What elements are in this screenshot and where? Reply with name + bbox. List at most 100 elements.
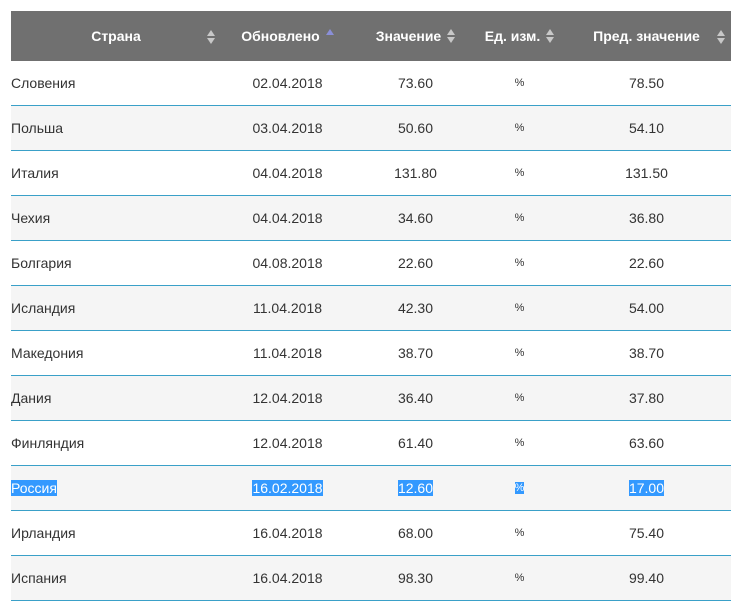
cell-updated-text: 11.04.2018 <box>252 345 323 361</box>
table-row[interactable]: Италия 04.04.2018 131.80% 131.50 <box>11 150 731 196</box>
table-row[interactable]: Дания 12.04.2018 36.40% 37.80 <box>11 375 731 421</box>
table-row[interactable]: Словения 02.04.2018 73.60% 78.50 <box>11 61 731 106</box>
cell-unit-text: % <box>514 302 525 314</box>
cell-country: Италия <box>11 150 221 196</box>
cell-unit-text: % <box>514 77 525 89</box>
table-row[interactable]: Македония 11.04.2018 38.70% 38.70 <box>11 330 731 376</box>
cell-unit: % <box>477 375 562 421</box>
cell-prev-value-text: 22.60 <box>628 255 665 271</box>
cell-unit: % <box>477 105 562 151</box>
cell-prev-value: 75.40 <box>562 510 731 556</box>
column-header-label: Ед. изм. <box>484 28 541 44</box>
table-row[interactable]: Болгария 04.08.2018 22.60% 22.60 <box>11 240 731 286</box>
sort-arrows-icon[interactable] <box>447 29 456 43</box>
cell-country-text: Македония <box>11 345 84 361</box>
cell-unit: % <box>477 420 562 466</box>
cell-prev-value-text: 99.40 <box>628 570 665 586</box>
cell-unit-text: % <box>514 572 525 584</box>
cell-unit: % <box>477 330 562 376</box>
cell-prev-value: 78.50 <box>562 61 731 106</box>
cell-prev-value: 38.70 <box>562 330 731 376</box>
table-row[interactable]: Ирландия 16.04.2018 68.00% 75.40 <box>11 510 731 556</box>
column-header-label: Обновлено <box>241 28 320 44</box>
sort-arrows-icon[interactable] <box>207 30 215 44</box>
cell-prev-value-text: 54.10 <box>628 120 665 136</box>
data-table: Страна Обновлено Значение Ед. изм. Пред.… <box>11 11 731 601</box>
column-header-updated[interactable]: Обновлено <box>221 11 354 61</box>
cell-value-text: 36.40 <box>397 390 434 406</box>
cell-value: 50.60 <box>354 105 477 151</box>
cell-country-text: Словения <box>11 75 76 91</box>
cell-value-text: 38.70 <box>397 345 434 361</box>
cell-prev-value-text: 78.50 <box>628 75 665 91</box>
cell-updated-text: 04.08.2018 <box>252 255 323 271</box>
cell-prev-value: 22.60 <box>562 240 731 286</box>
cell-updated: 04.08.2018 <box>221 240 354 286</box>
cell-unit: % <box>477 465 562 511</box>
cell-prev-value: 54.10 <box>562 105 731 151</box>
cell-updated-text: 16.04.2018 <box>252 525 323 541</box>
cell-unit: % <box>477 240 562 286</box>
cell-country: Россия <box>11 465 221 511</box>
table-row[interactable]: Польша 03.04.2018 50.60% 54.10 <box>11 105 731 151</box>
cell-country-text: Польша <box>11 120 64 136</box>
cell-unit-text: % <box>514 527 525 539</box>
column-header-value[interactable]: Значение <box>354 11 477 61</box>
cell-value: 131.80 <box>354 150 477 196</box>
column-header-unit[interactable]: Ед. изм. <box>477 11 562 61</box>
cell-prev-value: 36.80 <box>562 195 731 241</box>
column-header-country[interactable]: Страна <box>11 11 221 61</box>
cell-updated-text: 11.04.2018 <box>252 300 323 316</box>
cell-value: 73.60 <box>354 61 477 106</box>
cell-updated-text: 16.02.2018 <box>252 480 323 496</box>
cell-country: Дания <box>11 375 221 421</box>
cell-country-text: Италия <box>11 165 59 181</box>
cell-unit-text: % <box>514 167 525 179</box>
cell-updated: 02.04.2018 <box>221 61 354 106</box>
table-row[interactable]: Финляндия 12.04.2018 61.40% 63.60 <box>11 420 731 466</box>
cell-country-text: Испания <box>11 570 67 586</box>
cell-country: Исландия <box>11 285 221 331</box>
cell-prev-value: 63.60 <box>562 420 731 466</box>
cell-updated-text: 04.04.2018 <box>252 165 323 181</box>
cell-unit-text: % <box>514 212 525 224</box>
cell-country: Словения <box>11 61 221 106</box>
cell-updated: 16.04.2018 <box>221 510 354 556</box>
column-header-label: Пред. значение <box>593 28 700 44</box>
cell-updated: 03.04.2018 <box>221 105 354 151</box>
cell-country: Испания <box>11 555 221 601</box>
cell-updated: 12.04.2018 <box>221 375 354 421</box>
table-row[interactable]: Испания 16.04.2018 98.30% 99.40 <box>11 555 731 601</box>
cell-value-text: 50.60 <box>397 120 434 136</box>
cell-value: 12.60 <box>354 465 477 511</box>
cell-value: 68.00 <box>354 510 477 556</box>
cell-unit: % <box>477 150 562 196</box>
cell-value-text: 22.60 <box>397 255 434 271</box>
cell-unit: % <box>477 555 562 601</box>
column-header-prev-value[interactable]: Пред. значение <box>562 11 731 61</box>
cell-unit: % <box>477 61 562 106</box>
cell-updated-text: 03.04.2018 <box>252 120 323 136</box>
cell-value-text: 34.60 <box>397 210 434 226</box>
table-row[interactable]: Исландия 11.04.2018 42.30% 54.00 <box>11 285 731 331</box>
table-row[interactable]: Россия 16.02.2018 12.60% 17.00 <box>11 465 731 511</box>
cell-updated-text: 04.04.2018 <box>252 210 323 226</box>
cell-unit: % <box>477 195 562 241</box>
table-row[interactable]: Чехия 04.04.2018 34.60% 36.80 <box>11 195 731 241</box>
cell-value: 38.70 <box>354 330 477 376</box>
cell-unit: % <box>477 285 562 331</box>
cell-value-text: 68.00 <box>397 525 434 541</box>
cell-value: 42.30 <box>354 285 477 331</box>
sort-arrows-icon[interactable] <box>546 29 555 43</box>
cell-prev-value: 37.80 <box>562 375 731 421</box>
sort-arrows-icon[interactable] <box>717 30 725 44</box>
cell-prev-value-text: 131.50 <box>625 165 668 181</box>
cell-unit-text: % <box>514 437 525 449</box>
cell-country-text: Болгария <box>11 255 72 271</box>
sort-asc-icon[interactable] <box>325 29 334 43</box>
cell-unit-text: % <box>514 482 525 494</box>
cell-prev-value: 99.40 <box>562 555 731 601</box>
cell-country: Польша <box>11 105 221 151</box>
cell-country: Чехия <box>11 195 221 241</box>
cell-prev-value-text: 63.60 <box>628 435 665 451</box>
